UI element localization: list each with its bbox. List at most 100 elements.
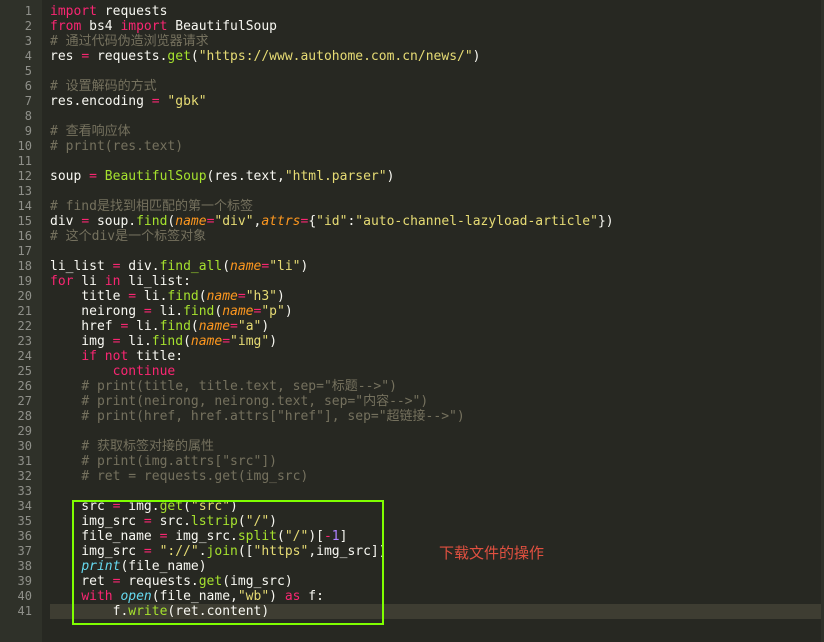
token-op: = [144, 544, 152, 559]
token-kw: in [105, 274, 121, 289]
token-plain: li_list: [120, 274, 190, 289]
token-fn: split [238, 529, 277, 544]
code-line[interactable] [50, 184, 824, 199]
code-line[interactable] [50, 484, 824, 499]
code-line[interactable]: # ret = requests.get(img_src) [50, 469, 824, 484]
token-plain: bs4 [81, 19, 120, 34]
code-line[interactable] [50, 424, 824, 439]
token-plain: ) [269, 514, 277, 529]
token-plain: ) [269, 589, 285, 604]
token-arg: name [230, 259, 261, 274]
token-op: = [128, 289, 136, 304]
token-kw: import [50, 4, 97, 19]
code-line[interactable]: with open(file_name,"wb") as f: [50, 589, 824, 604]
token-plain: div [120, 259, 151, 274]
token-cmt: # 通过代码伪造浏览器请求 [50, 34, 209, 49]
line-number: 26 [0, 379, 42, 394]
code-line[interactable]: f.write(ret.content) [50, 604, 824, 619]
token-fn: join [207, 544, 238, 559]
code-line[interactable]: # 设置解码的方式 [50, 79, 824, 94]
token-arg: name [222, 304, 253, 319]
token-plain: soup [50, 169, 89, 184]
code-line[interactable]: ret = requests.get(img_src) [50, 574, 824, 589]
code-line[interactable]: neirong = li.find(name="p") [50, 304, 824, 319]
line-number: 12 [0, 169, 42, 184]
code-line[interactable]: # print(title, title.text, sep="标题-->") [50, 379, 824, 394]
token-plain: ,img_src]) [308, 544, 386, 559]
code-line[interactable]: file_name = img_src.split("/")[-1] [50, 529, 824, 544]
token-kw: not [105, 349, 128, 364]
line-number: 34 [0, 499, 42, 514]
code-line[interactable]: img_src = "://".join(["https",img_src]) [50, 544, 824, 559]
token-plain: title [50, 289, 128, 304]
token-plain: img_src [50, 544, 144, 559]
token-plain: ([ [238, 544, 254, 559]
code-editor[interactable]: 1234567891011121314151617181920212223242… [0, 0, 824, 642]
token-plain: . [199, 544, 207, 559]
code-line[interactable]: res.encoding = "gbk" [50, 94, 824, 109]
code-line[interactable]: # print(href, href.attrs["href"], sep="超… [50, 409, 824, 424]
token-plain: ) [473, 49, 481, 64]
code-area[interactable]: import requestsfrom bs4 import Beautiful… [42, 0, 824, 642]
code-line[interactable]: # print(neirong, neirong.text, sep="内容--… [50, 394, 824, 409]
token-plain [97, 349, 105, 364]
code-line[interactable] [50, 154, 824, 169]
code-line[interactable]: # print(img.attrs["src"]) [50, 454, 824, 469]
code-line[interactable]: # 这个div是一个标签对象 [50, 229, 824, 244]
code-line[interactable]: src = img.get("src") [50, 499, 824, 514]
code-line[interactable]: soup = BeautifulSoup(res.text,"html.pars… [50, 169, 824, 184]
token-plain: { [308, 214, 316, 229]
token-op: = [152, 94, 160, 109]
token-plain: div [50, 214, 81, 229]
code-line[interactable]: if not title: [50, 349, 824, 364]
code-line[interactable]: title = li.find(name="h3") [50, 289, 824, 304]
token-plain: li [152, 304, 175, 319]
token-plain: file_name [50, 529, 160, 544]
code-line[interactable]: for li in li_list: [50, 274, 824, 289]
token-plain: img_src [167, 529, 230, 544]
code-line[interactable]: li_list = div.find_all(name="li") [50, 259, 824, 274]
token-plain: (img_src) [222, 574, 292, 589]
code-line[interactable]: res = requests.get("https://www.autohome… [50, 49, 824, 64]
line-number: 6 [0, 79, 42, 94]
token-plain: li [136, 289, 159, 304]
code-line[interactable]: href = li.find(name="a") [50, 319, 824, 334]
token-plain: li [73, 274, 104, 289]
token-num: 1 [332, 529, 340, 544]
token-plain: ret [50, 574, 113, 589]
line-number: 13 [0, 184, 42, 199]
code-line[interactable]: div = soup.find(name="div",attrs={"id":"… [50, 214, 824, 229]
code-line[interactable] [50, 64, 824, 79]
code-line[interactable]: from bs4 import BeautifulSoup [50, 19, 824, 34]
token-plain: requests [120, 574, 190, 589]
line-number: 2 [0, 19, 42, 34]
code-line[interactable]: continue [50, 364, 824, 379]
token-plain: . [175, 304, 183, 319]
code-line[interactable]: # 通过代码伪造浏览器请求 [50, 34, 824, 49]
code-line[interactable]: # print(res.text) [50, 139, 824, 154]
code-line[interactable] [50, 244, 824, 259]
token-plain: soup [89, 214, 128, 229]
token-plain: src [152, 514, 183, 529]
token-str: "a" [238, 319, 261, 334]
token-plain: ( [191, 49, 199, 64]
code-line[interactable] [50, 109, 824, 124]
token-cmt: # 查看响应体 [50, 124, 131, 139]
token-plain [97, 169, 105, 184]
line-number: 33 [0, 484, 42, 499]
token-plain: (file_name, [152, 589, 238, 604]
code-line[interactable]: img_src = src.lstrip("/") [50, 514, 824, 529]
code-line[interactable]: import requests [50, 4, 824, 19]
token-plain [50, 469, 81, 484]
token-plain: ( [199, 289, 207, 304]
token-plain: li_list [50, 259, 113, 274]
code-line[interactable]: # 查看响应体 [50, 124, 824, 139]
token-def: open [120, 589, 151, 604]
line-number: 41 [0, 604, 42, 619]
code-line[interactable]: print(file_name) [50, 559, 824, 574]
line-number: 27 [0, 394, 42, 409]
code-line[interactable]: # 获取标签对接的属性 [50, 439, 824, 454]
code-line[interactable]: img = li.find(name="img") [50, 334, 824, 349]
code-line[interactable]: # find是找到相匹配的第一个标签 [50, 199, 824, 214]
token-arg: name [207, 289, 238, 304]
